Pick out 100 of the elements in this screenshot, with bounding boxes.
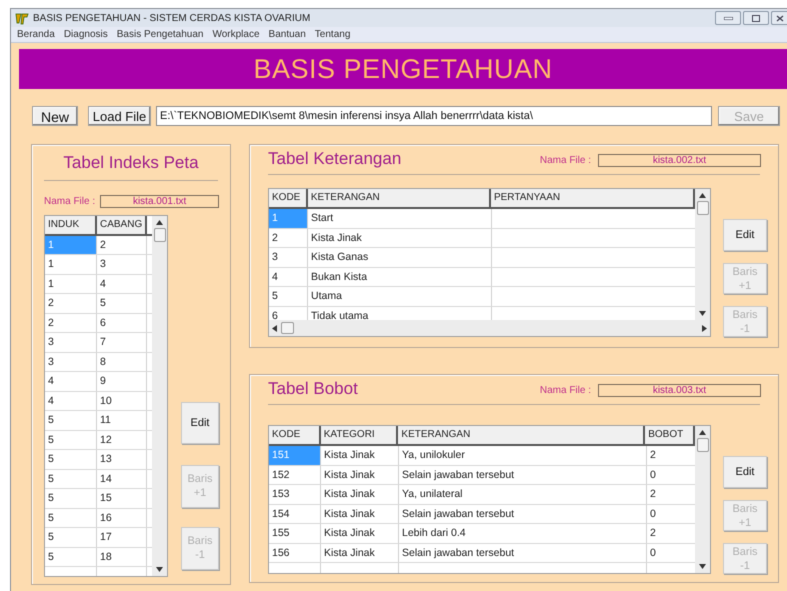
app-icon	[15, 12, 29, 24]
column-header[interactable]: KODE	[269, 426, 321, 444]
menu-item[interactable]: Bantuan	[268, 27, 306, 42]
panel-title: Tabel Keterangan	[268, 148, 402, 170]
table-cell: 12	[97, 430, 147, 449]
table-cell: 4	[269, 268, 308, 286]
table-cell: 4	[45, 372, 97, 390]
scroll-up-icon[interactable]	[699, 430, 706, 435]
panel-title: Tabel Bobot	[268, 378, 358, 400]
horizontal-scrollbar[interactable]	[269, 320, 710, 336]
table-cell: 3	[97, 255, 147, 274]
new-button[interactable]: New	[32, 106, 78, 126]
menu-item[interactable]: Beranda	[17, 27, 55, 42]
table-cell: Kista Jinak	[321, 504, 399, 523]
scroll-down-icon[interactable]	[699, 311, 706, 316]
table-cell: 1	[269, 209, 308, 228]
table-cell: 5	[45, 548, 97, 566]
edit-button[interactable]: Edit	[181, 402, 219, 444]
scroll-thumb[interactable]	[696, 201, 708, 215]
table-cell: 8	[97, 352, 147, 371]
column-header[interactable]: KODE	[269, 189, 308, 207]
scroll-thumb[interactable]	[281, 322, 294, 334]
table-cell: 13	[97, 450, 147, 468]
column-header[interactable]: INDUK	[45, 216, 97, 234]
scroll-thumb[interactable]	[696, 438, 708, 452]
menu-item[interactable]: Tentang	[314, 27, 350, 42]
menu-item[interactable]: Basis Pengetahuan	[116, 27, 204, 42]
column-header[interactable]: PERTANYAAN	[490, 189, 695, 207]
column-header[interactable]: KATEGORI	[320, 426, 398, 444]
table-cell: Kista Jinak	[321, 485, 399, 504]
table-cell: 5	[45, 528, 97, 546]
table-cell: 9	[97, 372, 147, 390]
table-cell: 7	[97, 333, 147, 352]
table-cell: Kista Jinak	[308, 228, 492, 247]
table-cell: Selain jawaban tersebut	[399, 504, 647, 523]
load-file-button[interactable]: Load File	[88, 106, 151, 126]
table-cell: 17	[97, 528, 147, 546]
table-cell: 2	[269, 228, 308, 247]
table-cell: 3	[45, 352, 97, 371]
column-header[interactable]: CABANG	[97, 216, 147, 234]
table-cell: 4	[97, 274, 147, 293]
table-cell: Kista Jinak	[321, 544, 399, 562]
table-cell: 153	[269, 485, 321, 504]
scroll-down-icon[interactable]	[699, 564, 706, 569]
menu-item[interactable]: Diagnosis	[64, 27, 108, 42]
table-cell: 4	[45, 392, 97, 410]
file-label: Nama File :	[540, 154, 591, 168]
table-cell: 5	[97, 294, 147, 312]
vertical-scrollbar[interactable]	[152, 216, 167, 576]
path-field[interactable]: E:\`TEKNOBIOMEDIK\semt 8\mesin inferensi insya Allah benerrrr\data kista\	[156, 106, 712, 126]
minimize-icon	[724, 16, 732, 20]
table-cell: Start	[308, 209, 492, 228]
table-cell: Kista Jinak	[321, 466, 399, 484]
edit-button[interactable]: Edit	[723, 456, 767, 488]
table-cell: Kista Jinak	[321, 446, 399, 464]
table-cell: 151	[269, 446, 321, 464]
table-cell: 2	[97, 236, 147, 254]
table-cell: 152	[269, 466, 321, 484]
file-name-field: kista.001.txt	[100, 194, 220, 208]
table-cell: 1	[45, 236, 97, 254]
window-title: BASIS PENGETAHUAN - SISTEM CERDAS KISTA OVARIUM	[33, 12, 310, 26]
scroll-right-icon[interactable]	[702, 324, 707, 332]
table-cell: 5	[45, 470, 97, 488]
maximize-button[interactable]	[743, 11, 769, 25]
vertical-scrollbar[interactable]	[695, 426, 710, 573]
vertical-scrollbar[interactable]	[695, 189, 710, 320]
table-cell: Ya, unilokuler	[399, 446, 647, 464]
column-header[interactable]: BOBOT	[645, 426, 695, 444]
scroll-up-icon[interactable]	[699, 193, 706, 198]
table-cell: Lebih dari 0.4	[399, 524, 647, 542]
column-header[interactable]: KETERANGAN	[398, 426, 646, 444]
menu-item[interactable]: Workplace	[212, 27, 260, 42]
close-button[interactable]	[771, 11, 787, 25]
file-name-field: kista.003.txt	[598, 384, 761, 397]
close-icon	[776, 14, 784, 22]
table-cell: Bukan Kista	[308, 268, 492, 286]
table-cell: 156	[269, 544, 321, 562]
scroll-down-icon[interactable]	[156, 566, 163, 572]
minimize-button[interactable]	[715, 11, 741, 25]
file-label: Nama File :	[44, 194, 96, 208]
column-header[interactable]: KETERANGAN	[308, 189, 491, 207]
table-cell: Kista Ganas	[308, 248, 492, 266]
table-cell: 3	[269, 248, 308, 266]
file-name-field: kista.002.txt	[598, 154, 761, 167]
table-cell: 5	[45, 450, 97, 468]
table-cell: 16	[97, 508, 147, 527]
table-cell: 5	[269, 287, 308, 306]
table-cell: 5	[45, 411, 97, 430]
table-cell: 10	[97, 392, 147, 410]
table-cell: 5	[45, 430, 97, 449]
scroll-thumb[interactable]	[154, 228, 166, 242]
table-cell: 1	[45, 255, 97, 274]
scroll-up-icon[interactable]	[156, 220, 163, 224]
table-cell: 2	[45, 294, 97, 312]
file-label: Nama File :	[540, 384, 591, 398]
scroll-left-icon[interactable]	[272, 324, 277, 332]
table-cell: 6	[97, 314, 147, 332]
edit-button[interactable]: Edit	[723, 219, 767, 251]
table-cell: 2	[45, 314, 97, 332]
table-cell: 15	[97, 489, 147, 508]
